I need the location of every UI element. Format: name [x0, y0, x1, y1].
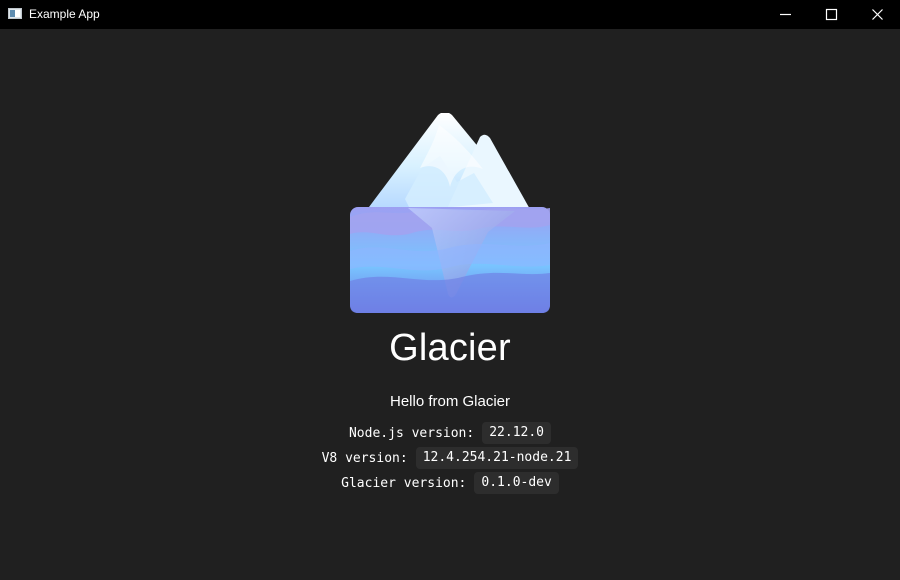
- greeting-text: Hello from Glacier: [389, 393, 511, 410]
- close-button[interactable]: [854, 0, 900, 29]
- version-value: 12.4.254.21-node.21: [415, 447, 579, 469]
- window-controls: [762, 0, 900, 29]
- close-icon: [871, 9, 883, 20]
- version-label: Node.js version:: [348, 425, 475, 441]
- main-content: Glacier Hello from Glacier Node.js versi…: [0, 29, 900, 580]
- minimize-button[interactable]: [762, 0, 808, 29]
- maximize-icon: [825, 8, 837, 21]
- version-list: Node.js version: 22.12.0 V8 version: 12.…: [0, 422, 900, 494]
- version-row-glacier: Glacier version: 0.1.0-dev: [341, 472, 559, 494]
- app-window: Example App Glacier Hello from Glacier N…: [0, 0, 900, 580]
- version-row-v8: V8 version: 12.4.254.21-node.21: [322, 447, 579, 469]
- version-row-node: Node.js version: 22.12.0: [348, 422, 552, 444]
- maximize-button[interactable]: [808, 0, 854, 29]
- app-icon: [8, 8, 22, 19]
- version-value: 0.1.0-dev: [474, 472, 559, 494]
- version-value: 22.12.0: [482, 422, 552, 444]
- version-label: V8 version:: [321, 450, 408, 466]
- glacier-logo: [350, 113, 550, 313]
- window-title: Example App: [29, 7, 100, 21]
- version-label: Glacier version:: [341, 475, 467, 491]
- title-bar[interactable]: Example App: [0, 0, 900, 29]
- minimize-icon: [779, 13, 791, 16]
- app-name: Glacier: [389, 327, 511, 369]
